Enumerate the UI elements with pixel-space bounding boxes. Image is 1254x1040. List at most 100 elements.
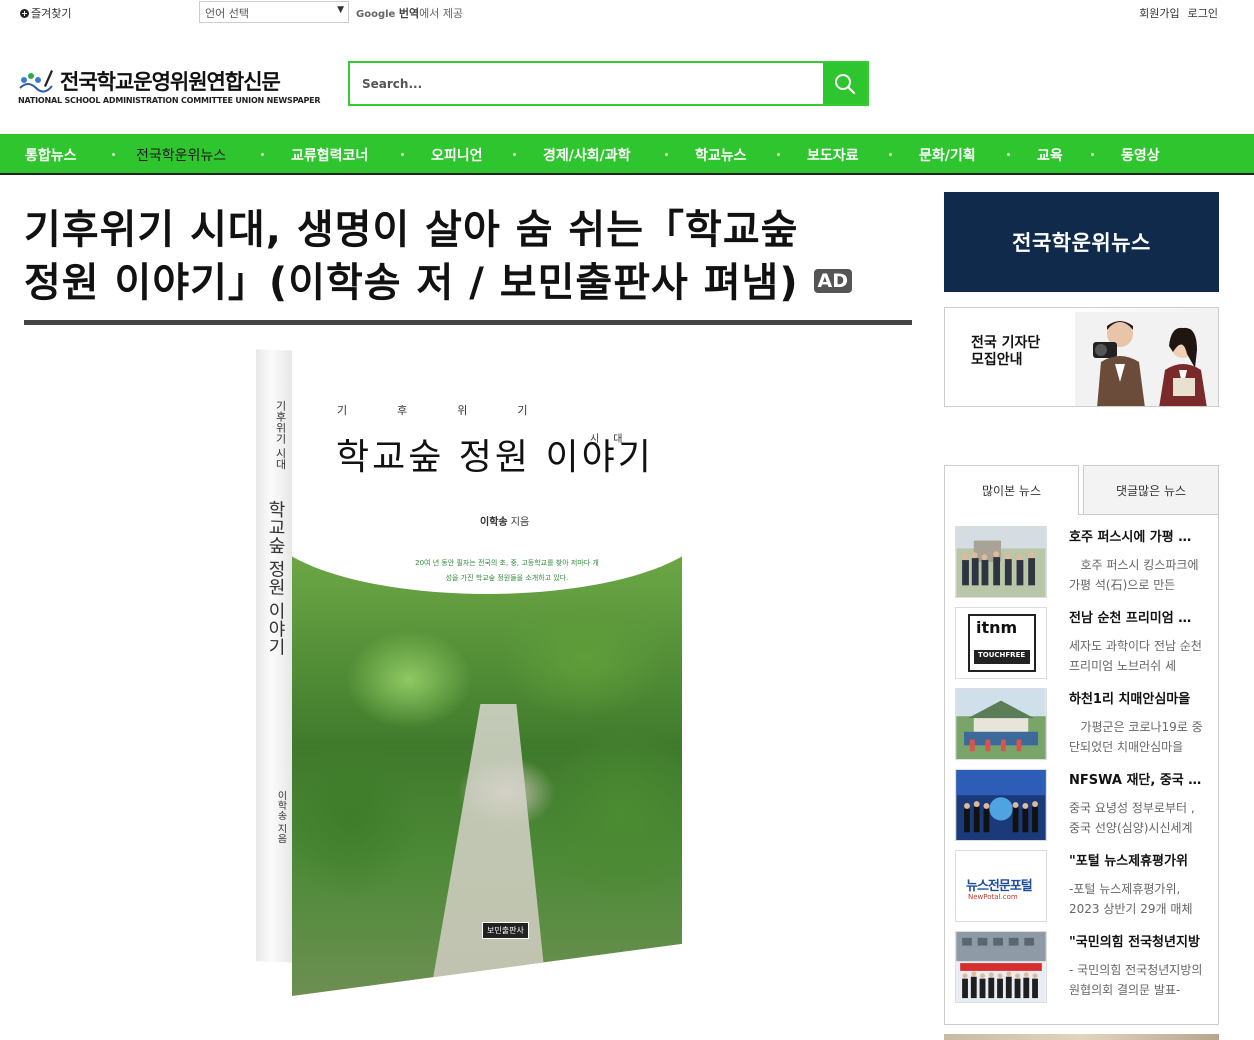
news-thumbnail: [955, 526, 1047, 598]
nav-separator: [401, 153, 404, 156]
google-logo: Google: [356, 9, 396, 20]
news-title[interactable]: 호주 퍼스시에 가평 석(石)으로 만든: [1069, 526, 1203, 545]
nav-item-opinion[interactable]: 오피니언: [431, 145, 483, 165]
news-description-text: 가평군은 코로나19로 중단되었던 치매안심마을: [1069, 720, 1203, 754]
google-translate-credit: Google 번역에서 제공: [356, 5, 463, 21]
news-title[interactable]: 하천1리 치매안심마을: [1069, 688, 1203, 707]
cover-title: 학교숲 정원 이야기: [336, 437, 654, 478]
article-headline: 기후위기 시대, 생명이 살아 숨 쉬는「학교숲 정원 이야기」(이학송 저 /…: [24, 204, 912, 310]
login-link[interactable]: 로그인: [1188, 5, 1218, 21]
news-thumbnail: [955, 769, 1047, 841]
news-description: 중국 요녕성 정부로부터 , 중국 선양(심양)시신세계: [1069, 801, 1195, 835]
search-input[interactable]: [362, 74, 802, 94]
news-thumbnail: [955, 931, 1047, 1003]
recruit-title: 전국 기자단 모집안내: [971, 335, 1040, 369]
news-description: 가평군은 코로나19로 중단되었던 치매안심마을: [1069, 717, 1207, 757]
recruit-line-1: 전국 기자단: [971, 335, 1041, 351]
news-title[interactable]: "국민의힘 전국청년지방: [1069, 931, 1203, 950]
auth-links: 회원가입 로그인: [1139, 5, 1218, 21]
news-portal-logo: 뉴스전문포털: [966, 879, 1033, 894]
news-tabs: 많이본 뉴스 댓글많은 뉴스: [944, 465, 1219, 515]
nav-item-exchange-corner[interactable]: 교류협력코너: [291, 145, 368, 165]
site-logo[interactable]: 전국학교운영위원연합신문 NATIONAL SCHOOL ADMINISTRAT…: [18, 66, 328, 108]
school-committee-news-banner[interactable]: 전국학운위뉴스: [944, 192, 1219, 292]
nav-item-education[interactable]: 교육: [1037, 145, 1063, 165]
nav-item-economy[interactable]: 경제/사회/과학: [543, 145, 631, 165]
tab-most-commented[interactable]: 댓글많은 뉴스: [1083, 465, 1219, 515]
bookmark-label: 즐겨찾기: [31, 7, 72, 20]
news-title[interactable]: "포털 뉴스제휴평가위: [1069, 850, 1203, 869]
signup-link[interactable]: 회원가입: [1139, 5, 1179, 21]
nav-separator: [889, 153, 892, 156]
book-spine: 기후위기 시대 학교숲 정원 이야기 이학송 지음: [256, 349, 296, 963]
banner-title: 전국학운위뉴스: [1012, 231, 1151, 255]
spine-author: 이학송 지음: [275, 789, 286, 844]
news-description: -포털 뉴스제휴평가위, 2023 상반기 29개 매체: [1069, 882, 1193, 916]
list-item[interactable]: NFSWA 재단, 중국 요녕성 중국 요녕성 정부로부터 , 중국 선양(심양…: [955, 769, 1213, 841]
list-item[interactable]: itnm TOUCHFREE 전남 순천 프리미엄 노브러쉬 세자도 과학이다 …: [955, 607, 1213, 679]
nav-item-video[interactable]: 동영상: [1121, 145, 1160, 165]
list-item[interactable]: 하천1리 치매안심마을 가평군은 코로나19로 중단되었던 치매안심마을: [955, 688, 1213, 760]
list-item[interactable]: 호주 퍼스시에 가평 석(石)으로 만든 호주 퍼스시 킹스파크에 가평 석(石…: [955, 526, 1213, 598]
nav-item-school-committee-news[interactable]: 전국학운위뉴스: [136, 145, 226, 165]
spine-title: 학교숲 정원 이야기: [265, 499, 286, 656]
headline-line-1: 기후위기 시대, 생명이 살아 숨 쉬는「학교숲: [24, 207, 799, 253]
nav-separator: [513, 153, 516, 156]
logo-subtitle: NATIONAL SCHOOL ADMINISTRATION COMMITTEE…: [18, 96, 321, 105]
nav-separator: [777, 153, 780, 156]
search-icon: [835, 73, 856, 94]
cover-author-name: 이학송: [480, 517, 508, 528]
nav-separator: [665, 153, 668, 156]
nav-separator: [112, 153, 115, 156]
headline-line-2: 정원 이야기」(이학송 저 / 보민출판사 펴냄): [24, 260, 799, 306]
logo-title: 전국학교운영위원연합신문: [60, 70, 281, 94]
list-item[interactable]: "국민의힘 전국청년지방 - 국민의힘 전국청년지방의원협의회 결의문 발표-: [955, 931, 1213, 1003]
nav-separator: [1007, 153, 1010, 156]
language-select[interactable]: 언어 선택 ▼: [199, 1, 349, 23]
reporters-illustration: [1075, 312, 1218, 406]
nav-item-culture[interactable]: 문화/기획: [919, 145, 976, 165]
touchfree-label: TOUCHFREE: [978, 651, 1026, 659]
book-front-cover: 기후위기 시대 학교숲 정원 이야기 이학송 지음 20여 년 동안 필자는 전…: [292, 344, 682, 996]
nav-separator: [1091, 153, 1094, 156]
ad-badge: AD: [813, 269, 853, 293]
itnm-logo: itnm: [976, 618, 1018, 637]
book-cover-image: 기후위기 시대 학교숲 정원 이야기 이학송 지음 기후위기 시대 학교숲 정원…: [252, 344, 684, 999]
next-banner-peek: [944, 1034, 1219, 1040]
news-title[interactable]: 전남 순천 프리미엄 노브러쉬: [1069, 607, 1203, 626]
list-item[interactable]: 뉴스전문포털 NewPotal.com "포털 뉴스제휴평가위 -포털 뉴스제휴…: [955, 850, 1213, 922]
cover-publisher-logo: 보민출판사: [482, 922, 529, 939]
news-thumbnail: 뉴스전문포털 NewPotal.com: [955, 850, 1047, 922]
cover-author: 이학송 지음: [480, 513, 529, 528]
cover-series: 기후위기: [337, 404, 578, 417]
news-description: 세자도 과학이다 전남 순천 프리미엄 노브러쉬 세: [1069, 639, 1202, 673]
news-thumbnail: [955, 688, 1047, 760]
language-select-value: 언어 선택: [205, 7, 249, 20]
nav-item-school-news[interactable]: 학교뉴스: [695, 145, 747, 165]
tab-popular-news[interactable]: 많이본 뉴스: [944, 465, 1079, 515]
spine-series: 기후위기 시대: [274, 399, 287, 470]
tab-comments-label: 댓글많은 뉴스: [1115, 483, 1187, 498]
bookmark-link[interactable]: + 즐겨찾기: [20, 5, 71, 21]
nav-item-press-release[interactable]: 보도자료: [807, 145, 859, 165]
headline-divider: [24, 320, 912, 325]
nav-item-integrated-news[interactable]: 통합뉴스: [25, 145, 77, 165]
logo-mark-icon: [19, 70, 53, 93]
top-utility-bar: + 즐겨찾기 언어 선택 ▼ Google 번역에서 제공 회원가입 로그인: [0, 0, 1254, 26]
chevron-down-icon: ▼: [337, 5, 344, 15]
news-thumbnail: itnm TOUCHFREE: [955, 607, 1047, 679]
reporter-recruit-banner[interactable]: 전국 기자단 모집안내: [944, 307, 1219, 407]
search-button[interactable]: [823, 63, 867, 104]
news-title[interactable]: NFSWA 재단, 중국 요녕성: [1069, 769, 1203, 788]
popular-news-list: 호주 퍼스시에 가평 석(石)으로 만든 호주 퍼스시 킹스파크에 가평 석(石…: [944, 515, 1219, 1025]
news-portal-domain: NewPotal.com: [968, 893, 1018, 901]
recruit-line-2: 모집안내: [971, 352, 1023, 368]
translate-suffix: 에서 제공: [419, 7, 464, 20]
translate-word: 번역: [398, 7, 420, 20]
cover-blurb: 20여 년 동안 필자는 전국의 초, 중, 고등학교를 찾아 저마다 개성을 …: [415, 559, 599, 582]
tab-popular-label: 많이본 뉴스: [981, 484, 1041, 498]
news-description-text: 호주 퍼스시 킹스파크에 가평 석(石)으로 만든: [1069, 558, 1199, 592]
search-box: [348, 61, 869, 106]
news-description: 호주 퍼스시 킹스파크에 가평 석(石)으로 만든: [1069, 555, 1207, 595]
nav-separator: [261, 153, 264, 156]
